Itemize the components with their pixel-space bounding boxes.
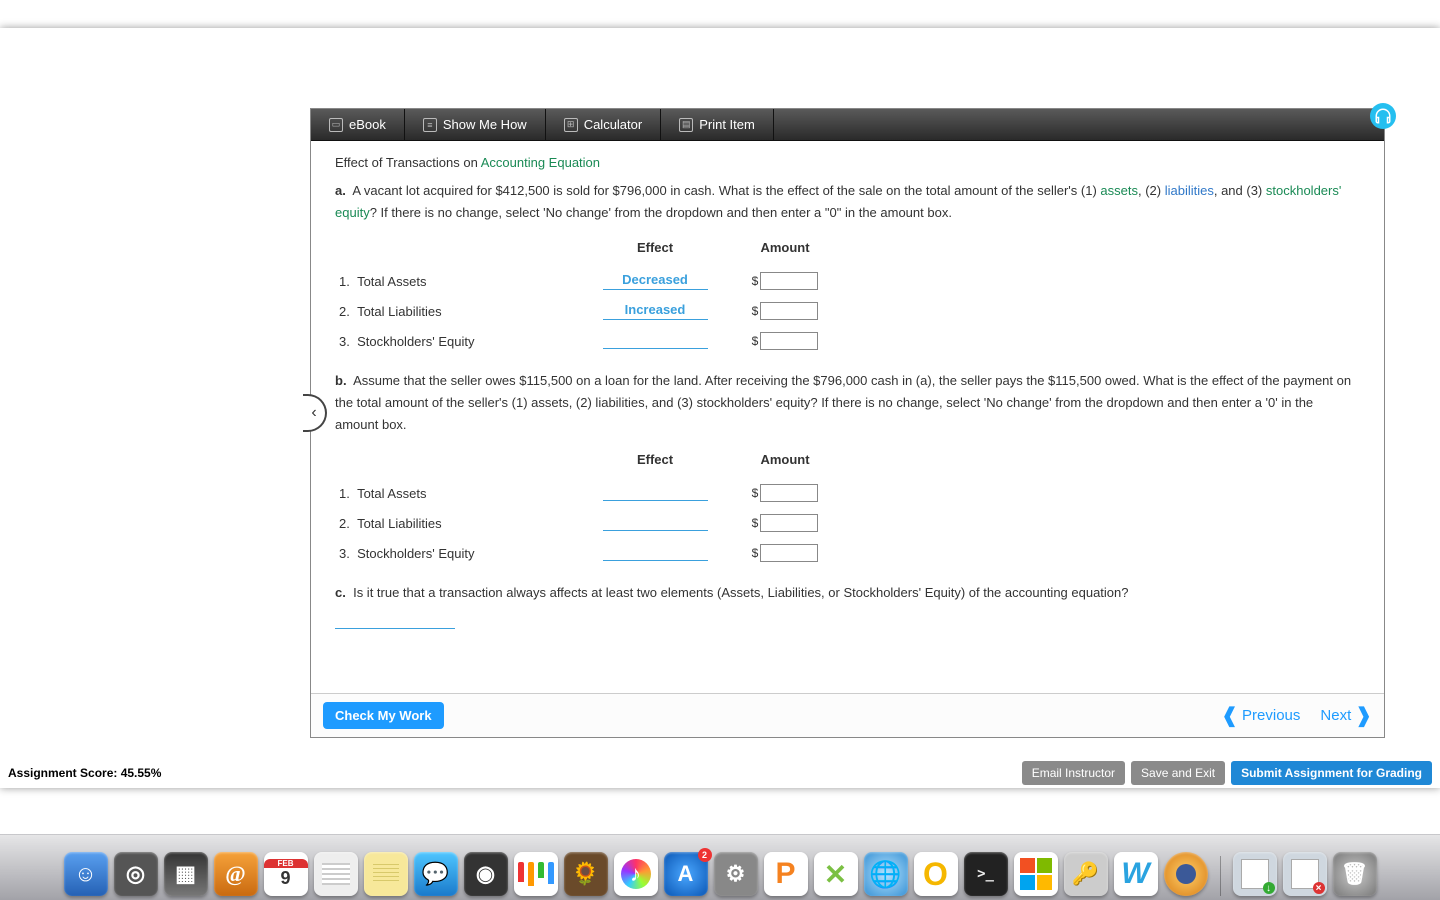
reminders-icon[interactable] xyxy=(314,852,358,896)
amount-input-b1[interactable] xyxy=(760,484,818,502)
question-panel: ▭ eBook ≡ Show Me How ⊞ Calculator ▤ Pri… xyxy=(310,108,1385,738)
calendar-icon[interactable]: FEB 9 xyxy=(264,852,308,896)
camera-icon[interactable]: ◉ xyxy=(464,852,508,896)
part-b-text: b. Assume that the seller owes $115,500 … xyxy=(335,370,1360,436)
part-a-text: a. A vacant lot acquired for $412,500 is… xyxy=(335,180,1360,224)
effect-select-b3[interactable] xyxy=(603,543,708,561)
word-icon[interactable]: W xyxy=(1114,852,1158,896)
help-icon[interactable] xyxy=(1370,103,1396,129)
keychain-icon[interactable]: 🔑 xyxy=(1064,852,1108,896)
finder-icon[interactable]: ☺ xyxy=(64,852,108,896)
effect-select-a2[interactable]: Increased xyxy=(603,302,708,320)
photos-icon[interactable]: 🌻 xyxy=(564,852,608,896)
question-title: Effect of Transactions on Accounting Equ… xyxy=(335,155,1360,170)
system-preferences-icon[interactable]: ⚙ xyxy=(714,852,758,896)
page-footer: Assignment Score: 45.55% Email Instructo… xyxy=(0,758,1440,788)
amount-input-a3[interactable] xyxy=(760,332,818,350)
launchpad-icon[interactable]: ◎ xyxy=(114,852,158,896)
effect-select-b2[interactable] xyxy=(603,513,708,531)
calculator-button[interactable]: ⊞ Calculator xyxy=(546,109,662,140)
list-icon: ≡ xyxy=(423,118,437,132)
mission-control-icon[interactable]: ▦ xyxy=(164,852,208,896)
globe-icon[interactable]: 🌐 xyxy=(864,852,908,896)
calculator-label: Calculator xyxy=(584,117,643,132)
row-b-1: 1. Total Assets $ xyxy=(335,478,1360,508)
previous-button[interactable]: ❰ Previous xyxy=(1221,707,1300,724)
save-and-exit-button[interactable]: Save and Exit xyxy=(1131,761,1225,785)
print-item-button[interactable]: ▤ Print Item xyxy=(661,109,774,140)
row-a-3: 3. Stockholders' Equity $ xyxy=(335,326,1360,356)
app-store-icon[interactable]: A2 xyxy=(664,852,708,896)
spreadsheet-icon[interactable]: × xyxy=(1283,852,1327,896)
show-me-how-button[interactable]: ≡ Show Me How xyxy=(405,109,546,140)
print-item-label: Print Item xyxy=(699,117,755,132)
messages-icon[interactable]: 💬 xyxy=(414,852,458,896)
app-x-icon[interactable]: ✕ xyxy=(814,852,858,896)
assignment-score: Assignment Score: 45.55% xyxy=(8,766,161,780)
app-o-icon[interactable]: O xyxy=(914,852,958,896)
submit-assignment-button[interactable]: Submit Assignment for Grading xyxy=(1231,761,1432,785)
row-a-1: 1. Total Assets Decreased $ xyxy=(335,266,1360,296)
row-b-3: 3. Stockholders' Equity $ xyxy=(335,538,1360,568)
question-toolbar: ▭ eBook ≡ Show Me How ⊞ Calculator ▤ Pri… xyxy=(311,109,1384,141)
amount-header: Amount xyxy=(725,240,845,255)
effect-select-b1[interactable] xyxy=(603,483,708,501)
app-p-icon[interactable]: P xyxy=(764,852,808,896)
amount-input-a2[interactable] xyxy=(760,302,818,320)
question-footer: Check My Work ❰ Previous Next ❱ xyxy=(311,693,1384,737)
itunes-icon[interactable]: ♪ xyxy=(614,852,658,896)
amount-input-b2[interactable] xyxy=(760,514,818,532)
trash-icon[interactable]: 🗑 xyxy=(1333,852,1377,896)
calculator-icon: ⊞ xyxy=(564,118,578,132)
book-icon: ▭ xyxy=(329,118,343,132)
document-icon[interactable]: ↓ xyxy=(1233,852,1277,896)
dock-separator xyxy=(1220,856,1221,896)
terminal-icon[interactable]: >_ xyxy=(964,852,1008,896)
chevron-left-icon: ‹ xyxy=(311,404,316,422)
amount-input-b3[interactable] xyxy=(760,544,818,562)
part-c-text: c. Is it true that a transaction always … xyxy=(335,582,1360,604)
firefox-icon[interactable] xyxy=(1164,852,1208,896)
effect-select-a1[interactable]: Decreased xyxy=(603,272,708,290)
ebook-label: eBook xyxy=(349,117,386,132)
mail-icon[interactable]: @ xyxy=(214,852,258,896)
next-button[interactable]: Next ❱ xyxy=(1320,707,1372,724)
photo-booth-icon[interactable] xyxy=(514,852,558,896)
show-me-how-label: Show Me How xyxy=(443,117,527,132)
amount-input-a1[interactable] xyxy=(760,272,818,290)
macos-dock: ☺ ◎ ▦ @ FEB 9 💬 ◉ 🌻 ♪ A2 ⚙ P ✕ 🌐 O >_ 🔑 … xyxy=(0,834,1440,900)
row-b-2: 2. Total Liabilities $ xyxy=(335,508,1360,538)
notes-icon[interactable] xyxy=(364,852,408,896)
email-instructor-button[interactable]: Email Instructor xyxy=(1022,761,1125,785)
effect-select-a3[interactable] xyxy=(603,331,708,349)
check-my-work-button[interactable]: Check My Work xyxy=(323,702,444,729)
part-b-grid: Effect Amount 1. Total Assets $ 2. Total… xyxy=(335,444,1360,568)
accounting-equation-link[interactable]: Accounting Equation xyxy=(481,155,600,170)
ebook-button[interactable]: ▭ eBook xyxy=(311,109,405,140)
windows-icon[interactable] xyxy=(1014,852,1058,896)
assets-link[interactable]: assets xyxy=(1100,183,1138,198)
answer-select-c[interactable] xyxy=(335,611,455,629)
liabilities-link[interactable]: liabilities xyxy=(1165,183,1214,198)
question-content: Effect of Transactions on Accounting Equ… xyxy=(311,141,1384,697)
row-a-2: 2. Total Liabilities Increased $ xyxy=(335,296,1360,326)
part-a-grid: Effect Amount 1. Total Assets Decreased … xyxy=(335,232,1360,356)
effect-header: Effect xyxy=(585,240,725,255)
print-icon: ▤ xyxy=(679,118,693,132)
